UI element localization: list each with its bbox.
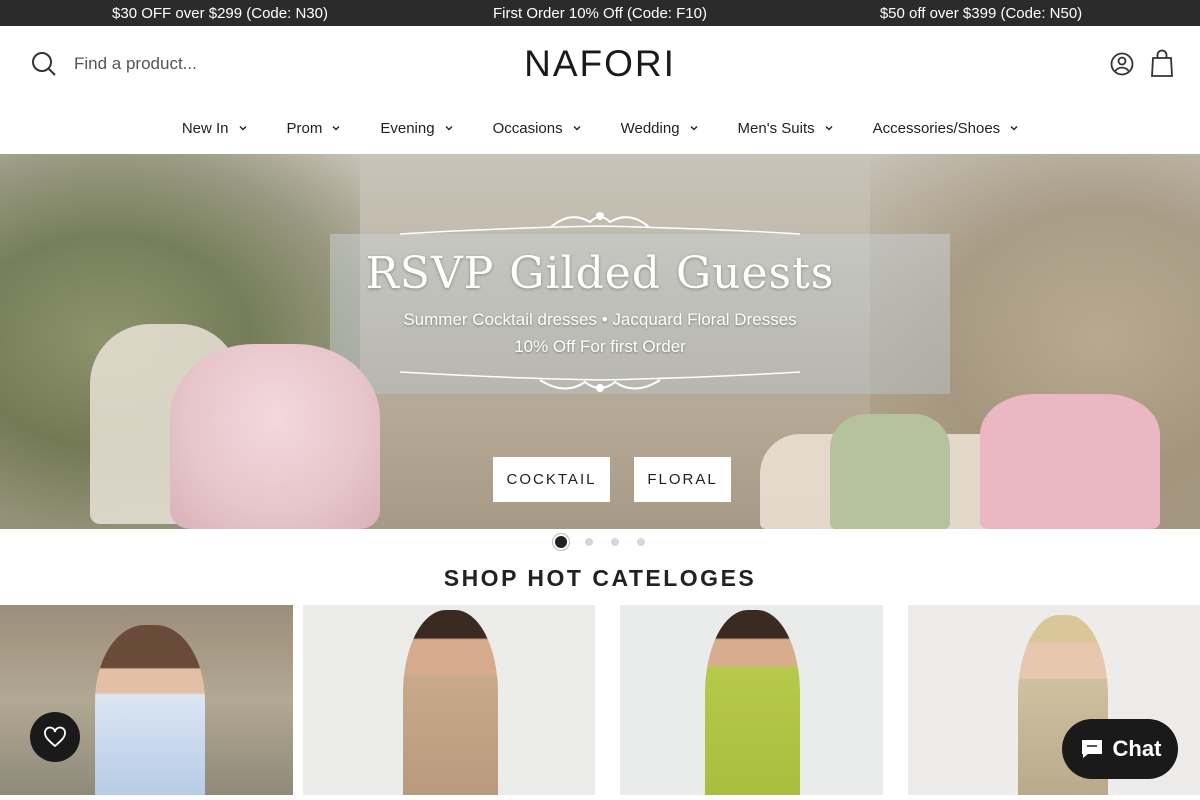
category-card-3[interactable]: [620, 605, 883, 795]
chevron-down-icon: [445, 126, 453, 131]
search-icon[interactable]: [30, 50, 58, 78]
chevron-down-icon: [825, 126, 833, 131]
hero-offer: 10% Off For first Order: [514, 337, 686, 356]
slide-dot-2[interactable]: [585, 538, 593, 546]
slider-dots: [0, 529, 1200, 555]
category-image: [95, 625, 205, 795]
nav-item-evening[interactable]: Evening: [380, 120, 453, 137]
section-title: SHOP HOT CATELOGES: [443, 565, 757, 591]
nav-item-mens-suits[interactable]: Men's Suits: [738, 120, 833, 137]
heart-icon: [44, 726, 66, 748]
announcement-1[interactable]: $30 OFF over $299 (Code: N30): [112, 5, 328, 22]
site-header: NAFORI: [0, 26, 1200, 102]
category-image: [705, 610, 800, 795]
ornament-top-icon: [400, 212, 800, 235]
chat-label: Chat: [1112, 736, 1162, 761]
nav-item-wedding[interactable]: Wedding: [621, 120, 698, 137]
hero-banner[interactable]: RSVP Gilded Guests Summer Cocktail dress…: [0, 154, 1200, 529]
chevron-down-icon: [239, 126, 247, 131]
announcement-bar: $30 OFF over $299 (Code: N30) First Orde…: [0, 0, 1200, 26]
account-icon[interactable]: [1110, 50, 1138, 78]
main-nav: New In Prom Evening Occasions Wedding Me…: [0, 102, 1200, 154]
chat-button[interactable]: Chat: [1062, 719, 1178, 779]
cart-icon[interactable]: [1150, 48, 1176, 78]
category-row: [0, 605, 1200, 795]
chat-bubble-icon: [1081, 740, 1102, 758]
slide-dot-3[interactable]: [611, 538, 619, 546]
chevron-down-icon: [573, 126, 581, 131]
hero-subtitle: Summer Cocktail dresses • Jacquard Flora…: [403, 310, 797, 329]
chevron-down-icon: [690, 126, 698, 131]
hero-title: RSVP Gilded Guests: [365, 248, 835, 299]
announcement-2[interactable]: First Order 10% Off (Code: F10): [493, 5, 707, 22]
category-card-1[interactable]: [0, 605, 293, 795]
category-card-2[interactable]: [303, 605, 595, 795]
nav-item-occasions[interactable]: Occasions: [493, 120, 581, 137]
nav-item-new-in[interactable]: New In: [182, 120, 247, 137]
slide-dot-1[interactable]: [555, 536, 567, 548]
wishlist-button[interactable]: [30, 712, 80, 762]
search-input[interactable]: [62, 48, 322, 80]
chevron-down-icon: [1010, 126, 1018, 131]
chevron-down-icon: [332, 126, 340, 131]
nav-item-prom[interactable]: Prom: [287, 120, 341, 137]
category-image: [403, 610, 498, 795]
nav-item-accessories-shoes[interactable]: Accessories/Shoes: [873, 120, 1019, 137]
ornament-bottom-icon: [400, 371, 800, 392]
announcement-3[interactable]: $50 off over $399 (Code: N50): [880, 5, 1082, 22]
logo[interactable]: NAFORI: [524, 43, 676, 85]
floral-button[interactable]: FLORAL: [634, 457, 731, 502]
slide-dot-4[interactable]: [637, 538, 645, 546]
cocktail-button[interactable]: COCKTAIL: [493, 457, 610, 502]
